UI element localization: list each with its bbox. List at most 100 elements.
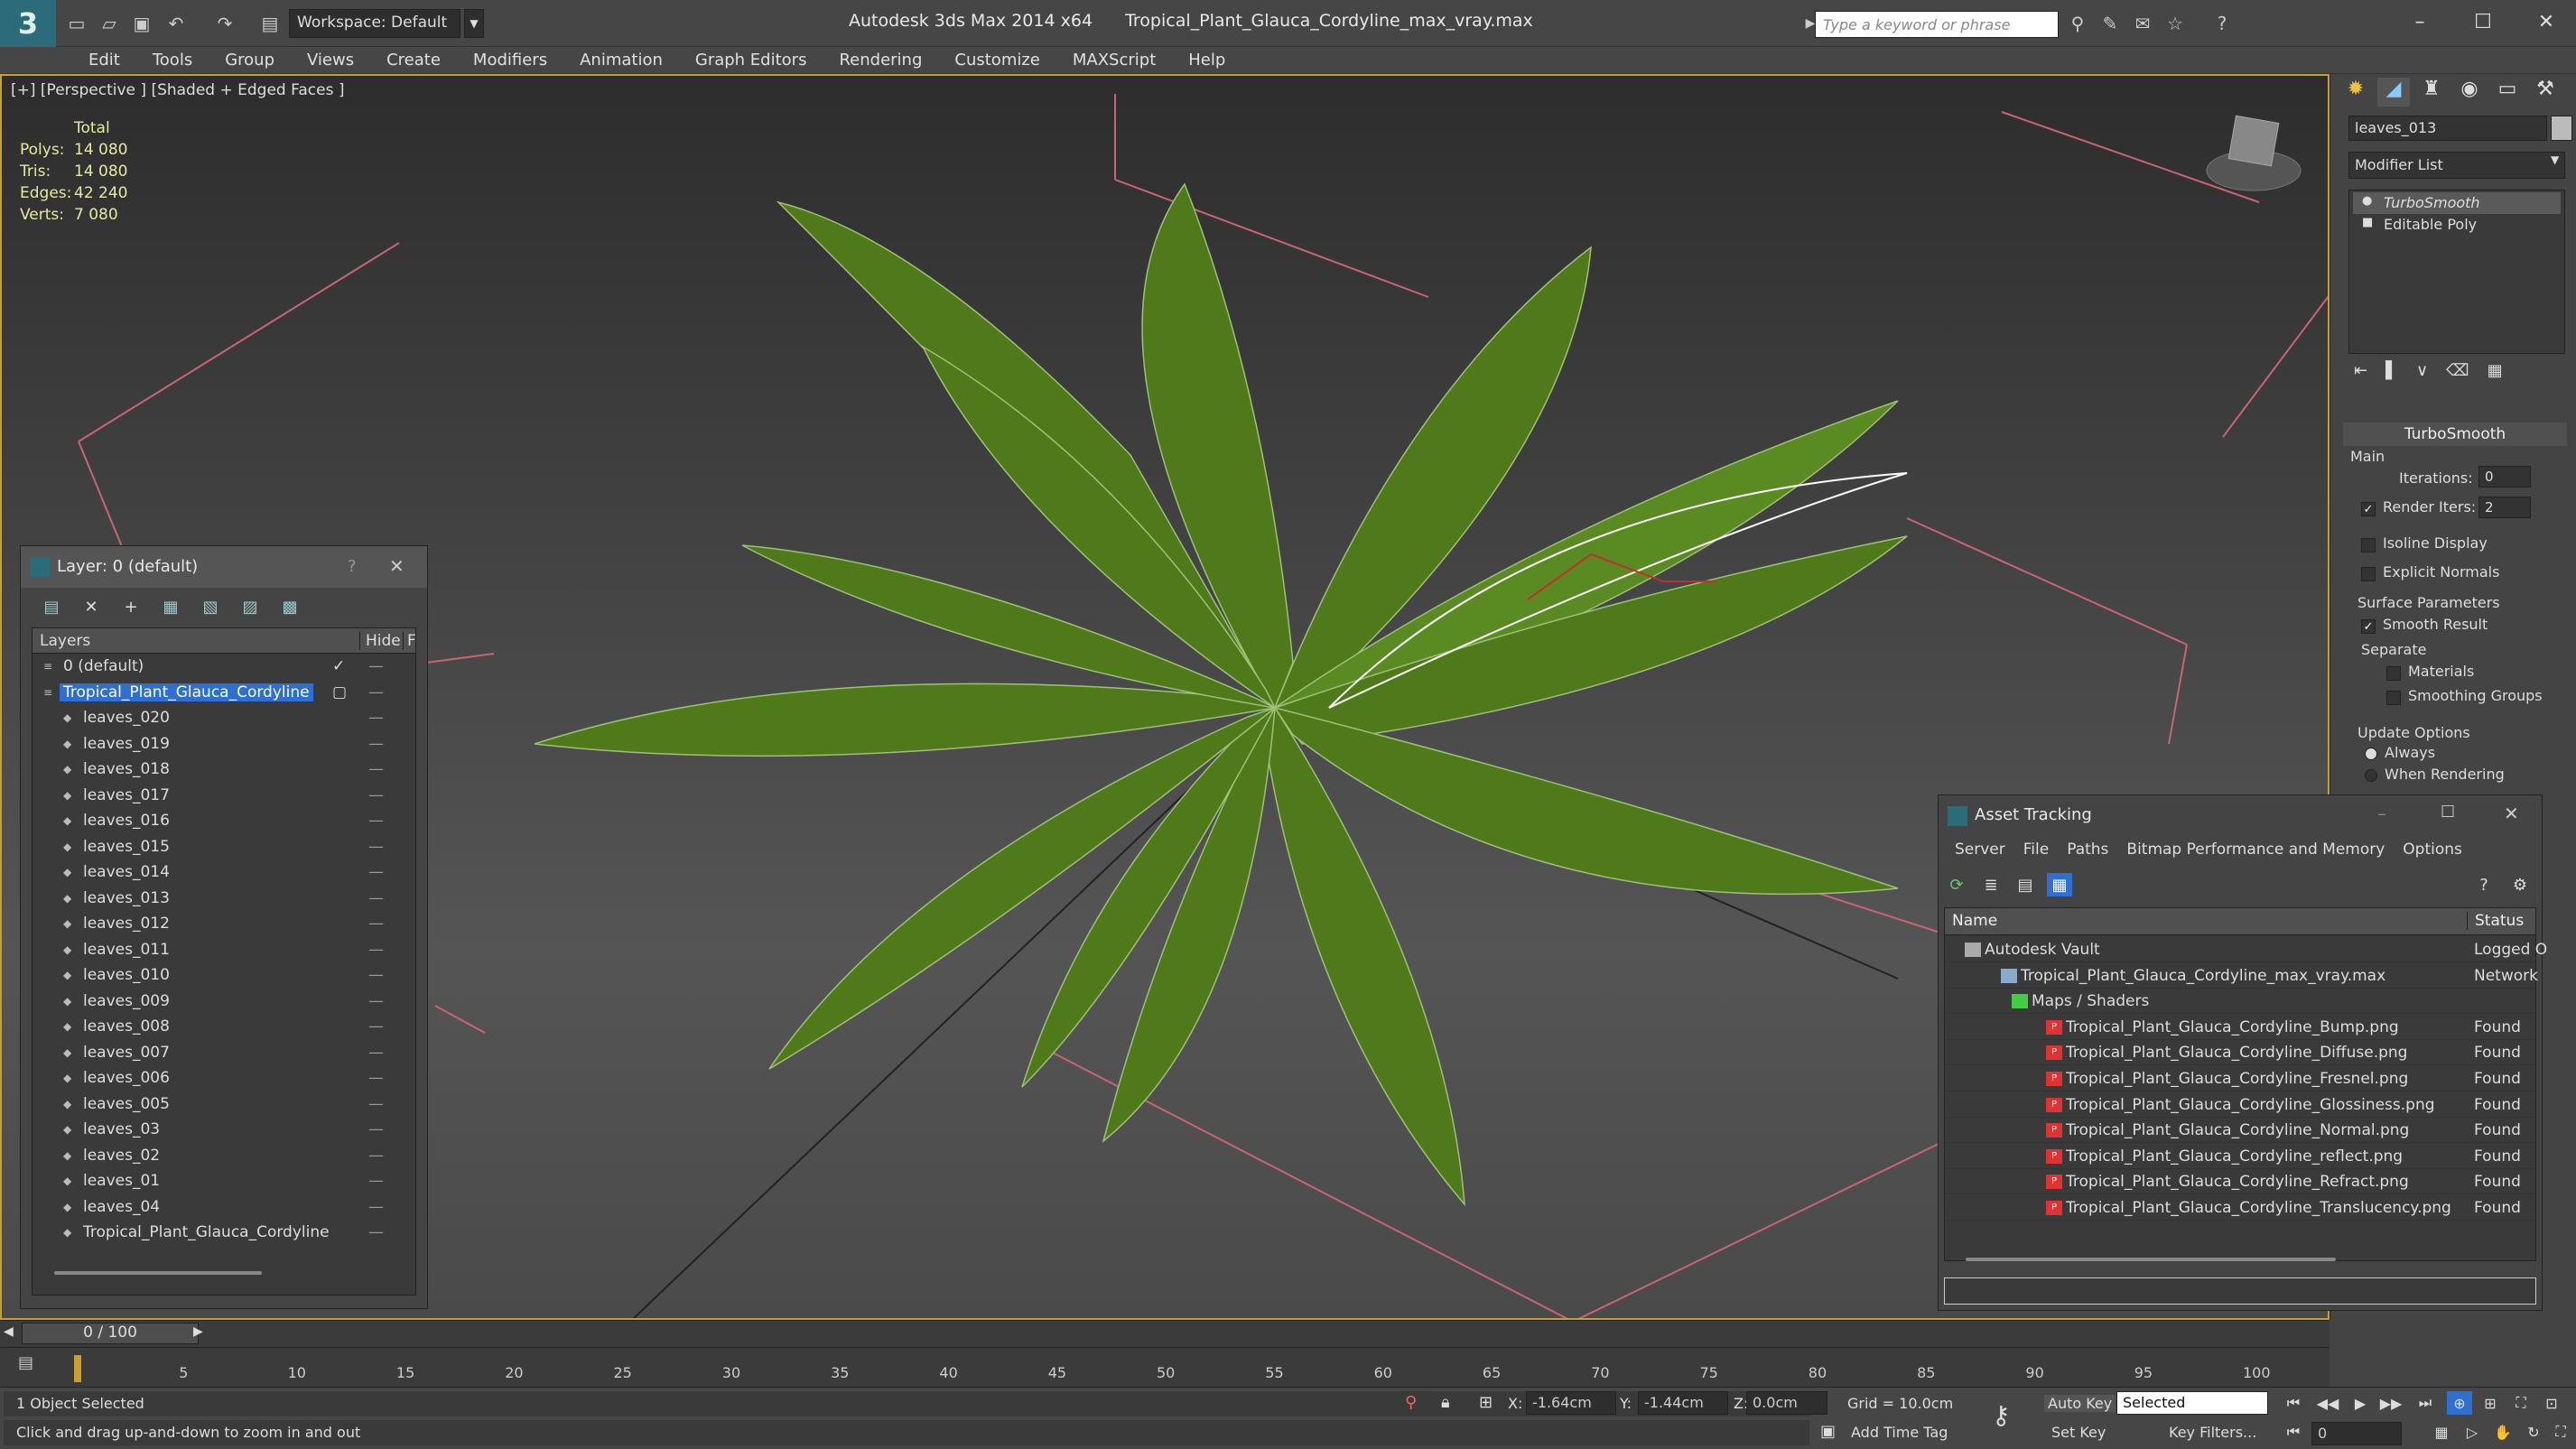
- chevron-down-icon[interactable]: ▼: [464, 9, 484, 38]
- explicit-normals-checkbox[interactable]: [2361, 567, 2376, 581]
- redo-icon[interactable]: ↷: [211, 11, 238, 36]
- isolate-pin-icon[interactable]: ⚲: [1405, 1393, 1417, 1412]
- maximize-icon[interactable]: ☐: [2441, 803, 2455, 822]
- pan-view-icon[interactable]: ✋: [2490, 1420, 2516, 1444]
- maximize-viewport-icon[interactable]: ⛶: [2548, 1420, 2573, 1444]
- new-file-icon[interactable]: ▭: [63, 11, 90, 36]
- select-in-layer-icon[interactable]: ▦: [158, 595, 183, 618]
- menu-rendering[interactable]: Rendering: [823, 47, 938, 73]
- expand-icon[interactable]: ■: [2362, 216, 2373, 229]
- add-time-tag-icon[interactable]: ▣: [1820, 1422, 1836, 1441]
- z-coord-field[interactable]: 0.0cm: [1746, 1391, 1827, 1415]
- asset-group-row[interactable]: Tropical_Plant_Glauca_Cordyline_max_vray…: [1945, 963, 2538, 989]
- menu-file[interactable]: File: [2014, 835, 2058, 866]
- delete-layer-icon[interactable]: ✕: [79, 595, 104, 618]
- status-column-header[interactable]: Status: [2467, 912, 2524, 930]
- help-icon[interactable]: ?: [2209, 11, 2236, 36]
- object-name-field[interactable]: leaves_013: [2348, 116, 2547, 141]
- hide-toggle[interactable]: —: [368, 735, 384, 753]
- layer-object-row[interactable]: ◆ Tropical_Plant_Glauca_Cordyline —: [33, 1221, 415, 1247]
- hide-toggle[interactable]: —: [368, 915, 384, 933]
- layer-object-row[interactable]: ◆ leaves_03 —: [33, 1119, 415, 1144]
- lock-selection-icon[interactable]: 🔒︎: [1441, 1393, 1450, 1412]
- save-icon[interactable]: ▣: [128, 11, 155, 36]
- menu-edit[interactable]: Edit: [72, 47, 136, 73]
- set-key-icon[interactable]: ⚷: [1992, 1400, 2011, 1430]
- field-of-view-icon[interactable]: ▷: [2460, 1420, 2485, 1444]
- stack-item-turbosmooth[interactable]: ● TurboSmooth: [2353, 192, 2561, 214]
- refresh-icon[interactable]: ⟳: [1944, 873, 1969, 896]
- layer-object-row[interactable]: ◆ leaves_015 —: [33, 836, 415, 861]
- layer-object-row[interactable]: ◆ leaves_008 —: [33, 1016, 415, 1041]
- communication-icon[interactable]: ✉: [2129, 11, 2156, 36]
- modify-tab-icon[interactable]: ◢: [2377, 78, 2410, 107]
- isoline-display-checkbox[interactable]: [2361, 538, 2376, 553]
- render-iters-spinner[interactable]: 2: [2478, 497, 2531, 518]
- help-icon[interactable]: ?: [2471, 873, 2497, 896]
- subscription-icon[interactable]: ✎: [2097, 11, 2124, 36]
- turbosmooth-rollout-title[interactable]: TurboSmooth: [2343, 423, 2567, 446]
- layer-object-row[interactable]: ◆ leaves_018 —: [33, 758, 415, 784]
- menu-animation[interactable]: Animation: [563, 47, 679, 73]
- freeze-column-header[interactable]: F: [403, 632, 416, 650]
- stack-item-editable-poly[interactable]: ■ Editable Poly: [2353, 214, 2561, 236]
- layer-object-row[interactable]: ◆ leaves_019 —: [33, 733, 415, 758]
- layer-row[interactable]: ≡ 0 (default) ✓ —: [33, 655, 415, 681]
- hide-toggle[interactable]: —: [368, 1120, 384, 1138]
- close-icon[interactable]: ✕: [2504, 803, 2519, 824]
- hide-toggle[interactable]: —: [368, 812, 384, 830]
- layer-object-row[interactable]: ◆ leaves_02 —: [33, 1145, 415, 1170]
- menu-paths[interactable]: Paths: [2058, 835, 2117, 866]
- layer-titlebar[interactable]: Layer: 0 (default) ? ✕: [21, 546, 427, 588]
- layer-object-row[interactable]: ◆ leaves_007 —: [33, 1042, 415, 1067]
- open-file-icon[interactable]: ▱: [96, 11, 123, 36]
- remove-modifier-icon[interactable]: ⌫: [2446, 361, 2469, 388]
- hide-toggle[interactable]: —: [368, 760, 384, 778]
- zoom-icon[interactable]: ⊕: [2447, 1391, 2472, 1415]
- hierarchy-tab-icon[interactable]: ♜: [2415, 78, 2448, 107]
- key-mode-dropdown[interactable]: Selected: [2116, 1391, 2268, 1415]
- menu-bitmap-performance[interactable]: Bitmap Performance and Memory: [2117, 835, 2394, 866]
- modifier-list-dropdown[interactable]: Modifier List: [2348, 152, 2565, 179]
- layers-column-header[interactable]: Layers: [40, 632, 90, 650]
- minimize-icon[interactable]: –: [2377, 803, 2386, 824]
- materials-checkbox[interactable]: [2386, 666, 2401, 681]
- asset-file-row[interactable]: P Tropical_Plant_Glauca_Cordyline_Translu…: [1945, 1195, 2535, 1221]
- motion-tab-icon[interactable]: ◉: [2453, 78, 2486, 107]
- horizontal-scrollbar[interactable]: [1966, 1258, 2336, 1261]
- menu-customize[interactable]: Customize: [938, 47, 1056, 73]
- play-icon[interactable]: ▶: [2348, 1391, 2373, 1415]
- menu-create[interactable]: Create: [370, 47, 457, 73]
- orbit-icon[interactable]: ↻: [2521, 1420, 2546, 1444]
- hide-toggle[interactable]: —: [368, 889, 384, 907]
- hide-toggle[interactable]: —: [368, 709, 384, 727]
- hide-toggle[interactable]: —: [368, 966, 384, 984]
- maximize-icon[interactable]: ☐: [2456, 5, 2510, 38]
- current-frame-field[interactable]: 0: [2311, 1422, 2402, 1445]
- time-next-icon[interactable]: ▶: [193, 1324, 203, 1339]
- layer-object-row[interactable]: ◆ leaves_01 —: [33, 1170, 415, 1195]
- hide-column-header[interactable]: Hide: [359, 632, 401, 650]
- time-slider-thumb[interactable]: 0 / 100: [22, 1323, 199, 1344]
- asset-file-row[interactable]: P Tropical_Plant_Glauca_Cordyline_Diffuse…: [1945, 1040, 2535, 1066]
- name-column-header[interactable]: Name: [1952, 912, 1997, 930]
- asset-file-row[interactable]: P Tropical_Plant_Glauca_Cordyline_Normal.…: [1945, 1118, 2535, 1144]
- zoom-all-icon[interactable]: ⊞: [2478, 1391, 2503, 1415]
- layer-object-row[interactable]: ◆ leaves_016 —: [33, 810, 415, 835]
- layer-object-row[interactable]: ◆ leaves_04 —: [33, 1196, 415, 1221]
- object-color-swatch[interactable]: [2551, 116, 2572, 141]
- add-to-layer-icon[interactable]: +: [118, 595, 144, 618]
- x-coord-field[interactable]: -1.64cm: [1526, 1391, 1616, 1415]
- hide-toggle[interactable]: —: [368, 683, 384, 701]
- key-filters-button[interactable]: Key Filters...: [2169, 1424, 2256, 1441]
- go-to-start-icon[interactable]: ⏮: [2281, 1391, 2306, 1415]
- hide-toggle[interactable]: —: [368, 1198, 384, 1216]
- hide-toggle[interactable]: —: [368, 1223, 384, 1241]
- viewcube[interactable]: [2206, 115, 2302, 191]
- when-rendering-radio[interactable]: [2365, 769, 2377, 782]
- menu-views[interactable]: Views: [291, 47, 370, 73]
- hide-toggle[interactable]: —: [368, 1017, 384, 1036]
- asset-group-row[interactable]: Maps / Shaders: [1945, 989, 2535, 1015]
- asset-path-field[interactable]: [1944, 1277, 2536, 1305]
- smoothing-groups-checkbox[interactable]: [2386, 691, 2401, 705]
